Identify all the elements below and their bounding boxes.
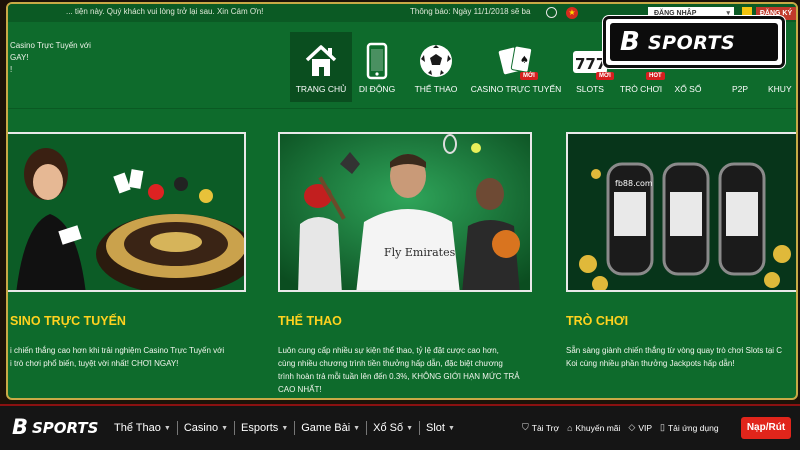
bottom-nav: Thể Thao ▼ Casino ▼ Esports ▼ Game Bài ▼ Xổ … [108,421,461,435]
nav-label: THỂ THAO [414,84,458,94]
bottom-nav-esports[interactable]: Esports ▼ [235,421,296,435]
bottom-nav-sports[interactable]: Thể Thao ▼ [108,421,178,435]
caret-down-icon: ▼ [163,424,171,432]
bsports-logo: B SPORTS [603,16,785,68]
link-vip[interactable]: ◇ VIP [628,422,652,433]
caret-down-icon: ▼ [447,424,455,432]
link-sponsor[interactable]: ⛉ Tài Trợ [522,422,559,433]
marquee-text: ... tiện này. Quý khách vui lòng trở lại… [66,7,264,16]
games-banner-image[interactable]: fb88.com [566,132,796,292]
jersey-text: Fly Emirates [384,246,456,259]
card-title-games: TRÒ CHƠI [566,314,629,328]
bottom-nav-slot[interactable]: Slot ▼ [420,421,461,435]
nav-label: P2P [731,84,749,94]
bottom-nav-card-games[interactable]: Game Bài ▼ [295,421,368,435]
link-promotions[interactable]: ⌂ Khuyến mãi [567,423,620,433]
tag-icon: ⌂ [567,422,573,433]
phone-icon: ▯ [660,422,665,432]
slot-machines-illustration: fb88.com [568,134,796,290]
caret-down-icon: ▼ [281,424,289,432]
notice-text: Thông báo: Ngày 11/1/2018 sẽ ba [410,7,531,16]
bottom-nav-lottery[interactable]: Xổ Số ▼ [367,421,421,435]
link-download-app[interactable]: ▯ Tải ứng dụng [660,422,719,433]
nav-label: DI ĐỘNG [358,84,396,94]
machine-label: fb88.com [615,179,653,188]
badge-new: MỚI [596,72,614,80]
slot-777-text: 777 [575,55,606,73]
link-label: Tải ứng dụng [667,422,719,433]
link-label: Khuyến mãi [575,422,621,433]
circle-icon[interactable] [546,7,557,18]
card-desc-sports: Luôn cung cấp nhiều sự kiện thể thao, tỷ… [278,344,548,396]
bottom-nav-label: Slot [426,422,445,434]
bottom-nav-casino[interactable]: Casino ▼ [178,421,236,435]
desc-line: Sẵn sàng giành chiến thắng từ vòng quay … [566,346,783,355]
nav-label: TRANG CHỦ [295,84,347,94]
card-title-casino: SINO TRỰC TUYẾN [10,314,126,328]
soccer-ball-icon [420,45,452,77]
nav-divider [8,108,796,109]
logo-mark: B [620,27,640,57]
nav-label: KHUY [768,84,792,94]
desc-line: trình hoàn trả mỗi tuần lên đến 0.3%, KH… [278,372,520,381]
nav-label: XỔ SỐ [674,84,702,94]
link-label: VIP [638,422,653,433]
shield-icon: ⛉ [522,422,529,432]
nav-label: CASINO TRỰC TUYẾN [470,84,562,94]
bottom-nav-label: Esports [241,422,279,434]
badge-hot: HOT [646,72,665,80]
sports-illustration: Fly Emirates [280,134,530,290]
badge-new: MỚI [520,72,538,80]
mobile-icon [366,42,388,80]
desc-line: cùng nhiều chương trình tiền thưởng hấp … [278,359,503,368]
home-icon [305,45,337,76]
nav-label: TRÒ CHƠI [619,84,663,94]
desc-line: i chiến thắng cao hơn khi trải nghiệm Ca… [10,346,225,355]
bottom-nav-label: Casino [183,422,219,434]
vietnam-flag-icon[interactable]: ★ [566,7,578,19]
desc-line: Luôn cung cấp nhiều sự kiện thể thao, tỷ… [278,346,499,355]
desc-line: i trò chơi phổ biến, tuyệt vời nhất! CHƠ… [10,359,179,368]
logo-mark: B [12,415,29,439]
bsports-bottom-logo[interactable]: B SPORTS [12,415,102,439]
card-desc-casino: i chiến thắng cao hơn khi trải nghiệm Ca… [10,344,260,370]
caret-down-icon: ▼ [353,424,361,432]
desc-line: CAO NHẤT! [278,385,322,394]
caret-down-icon: ▼ [406,424,414,432]
link-label: Tài Trợ [531,422,560,433]
card-desc-games: Sẵn sàng giành chiến thắng từ vòng quay … [566,344,796,370]
slot-machine: fb88.com [606,162,654,276]
bottom-nav-bar: B SPORTS Thể Thao ▼ Casino ▼ Esports ▼ Game… [0,404,800,450]
caret-down-icon: ▼ [221,424,229,432]
casino-illustration [8,134,244,290]
nav-item-home[interactable]: TRANG CHỦ [290,32,352,102]
nav-item-mobile[interactable]: DI ĐỘNG [352,32,402,102]
sports-banner-image[interactable]: Fly Emirates [278,132,532,292]
nav-item-sports[interactable]: THỂ THAO [406,32,466,102]
bottom-links: ⛉ Tài Trợ ⌂ Khuyến mãi ◇ VIP ▯ Tải ứng dụng [522,422,727,433]
deposit-withdraw-button[interactable]: Nạp/Rút [741,417,791,439]
bottom-nav-label: Xổ Số [373,422,404,434]
svg-text:♠: ♠ [520,55,529,66]
logo-inner: B SPORTS [610,23,778,61]
bottom-nav-label: Game Bài [301,422,351,434]
nav-label: SLOTS [576,84,604,94]
card-title-sports: THỂ THAO [278,314,342,328]
nav-item-casino[interactable]: ♠ MỚI CASINO TRỰC TUYẾN [470,32,562,102]
desc-line: Koi cùng nhiều phần thưởng Jackpots hấp … [566,359,735,368]
casino-banner-image[interactable] [8,132,246,292]
diamond-icon: ◇ [628,422,636,432]
logo-text: SPORTS [648,32,736,54]
logo-text: SPORTS [32,419,99,437]
bottom-nav-label: Thể Thao [114,422,161,434]
